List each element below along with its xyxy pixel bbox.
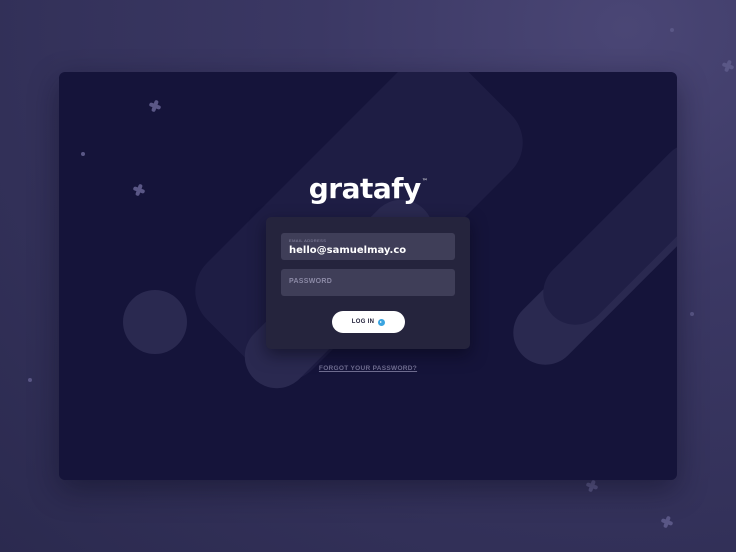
password-field-placeholder: PASSWORD [289, 278, 333, 285]
forgot-password-link[interactable]: FORGOT YOUR PASSWORD? [59, 365, 677, 372]
email-field-value[interactable]: hello@samuelmay.co [289, 245, 406, 256]
arrow-right-circle-icon [378, 318, 386, 326]
dot-decoration [690, 312, 694, 316]
brand-logo: gratafy™ [59, 172, 677, 205]
diagonal-band-decoration [530, 130, 677, 338]
plus-decoration [584, 478, 599, 493]
plus-decoration [147, 98, 162, 113]
email-field-label: EMAIL ADDRESS [289, 238, 327, 243]
plus-decoration [659, 514, 674, 529]
dot-decoration [81, 152, 85, 156]
email-field[interactable]: EMAIL ADDRESS hello@samuelmay.co [281, 233, 455, 260]
login-form: EMAIL ADDRESS hello@samuelmay.co PASSWOR… [266, 217, 470, 349]
login-button[interactable]: LOG IN [332, 311, 405, 333]
circle-decoration [123, 290, 187, 354]
plus-decoration [720, 58, 735, 73]
login-button-label: LOG IN [351, 319, 375, 325]
login-card: gratafy™ EMAIL ADDRESS hello@samuelmay.c… [59, 72, 677, 480]
trademark-mark: ™ [421, 178, 428, 185]
password-field[interactable]: PASSWORD [281, 269, 455, 296]
brand-logo-text: gratafy [308, 172, 421, 205]
dot-decoration [28, 378, 32, 382]
dot-decoration [670, 28, 674, 32]
